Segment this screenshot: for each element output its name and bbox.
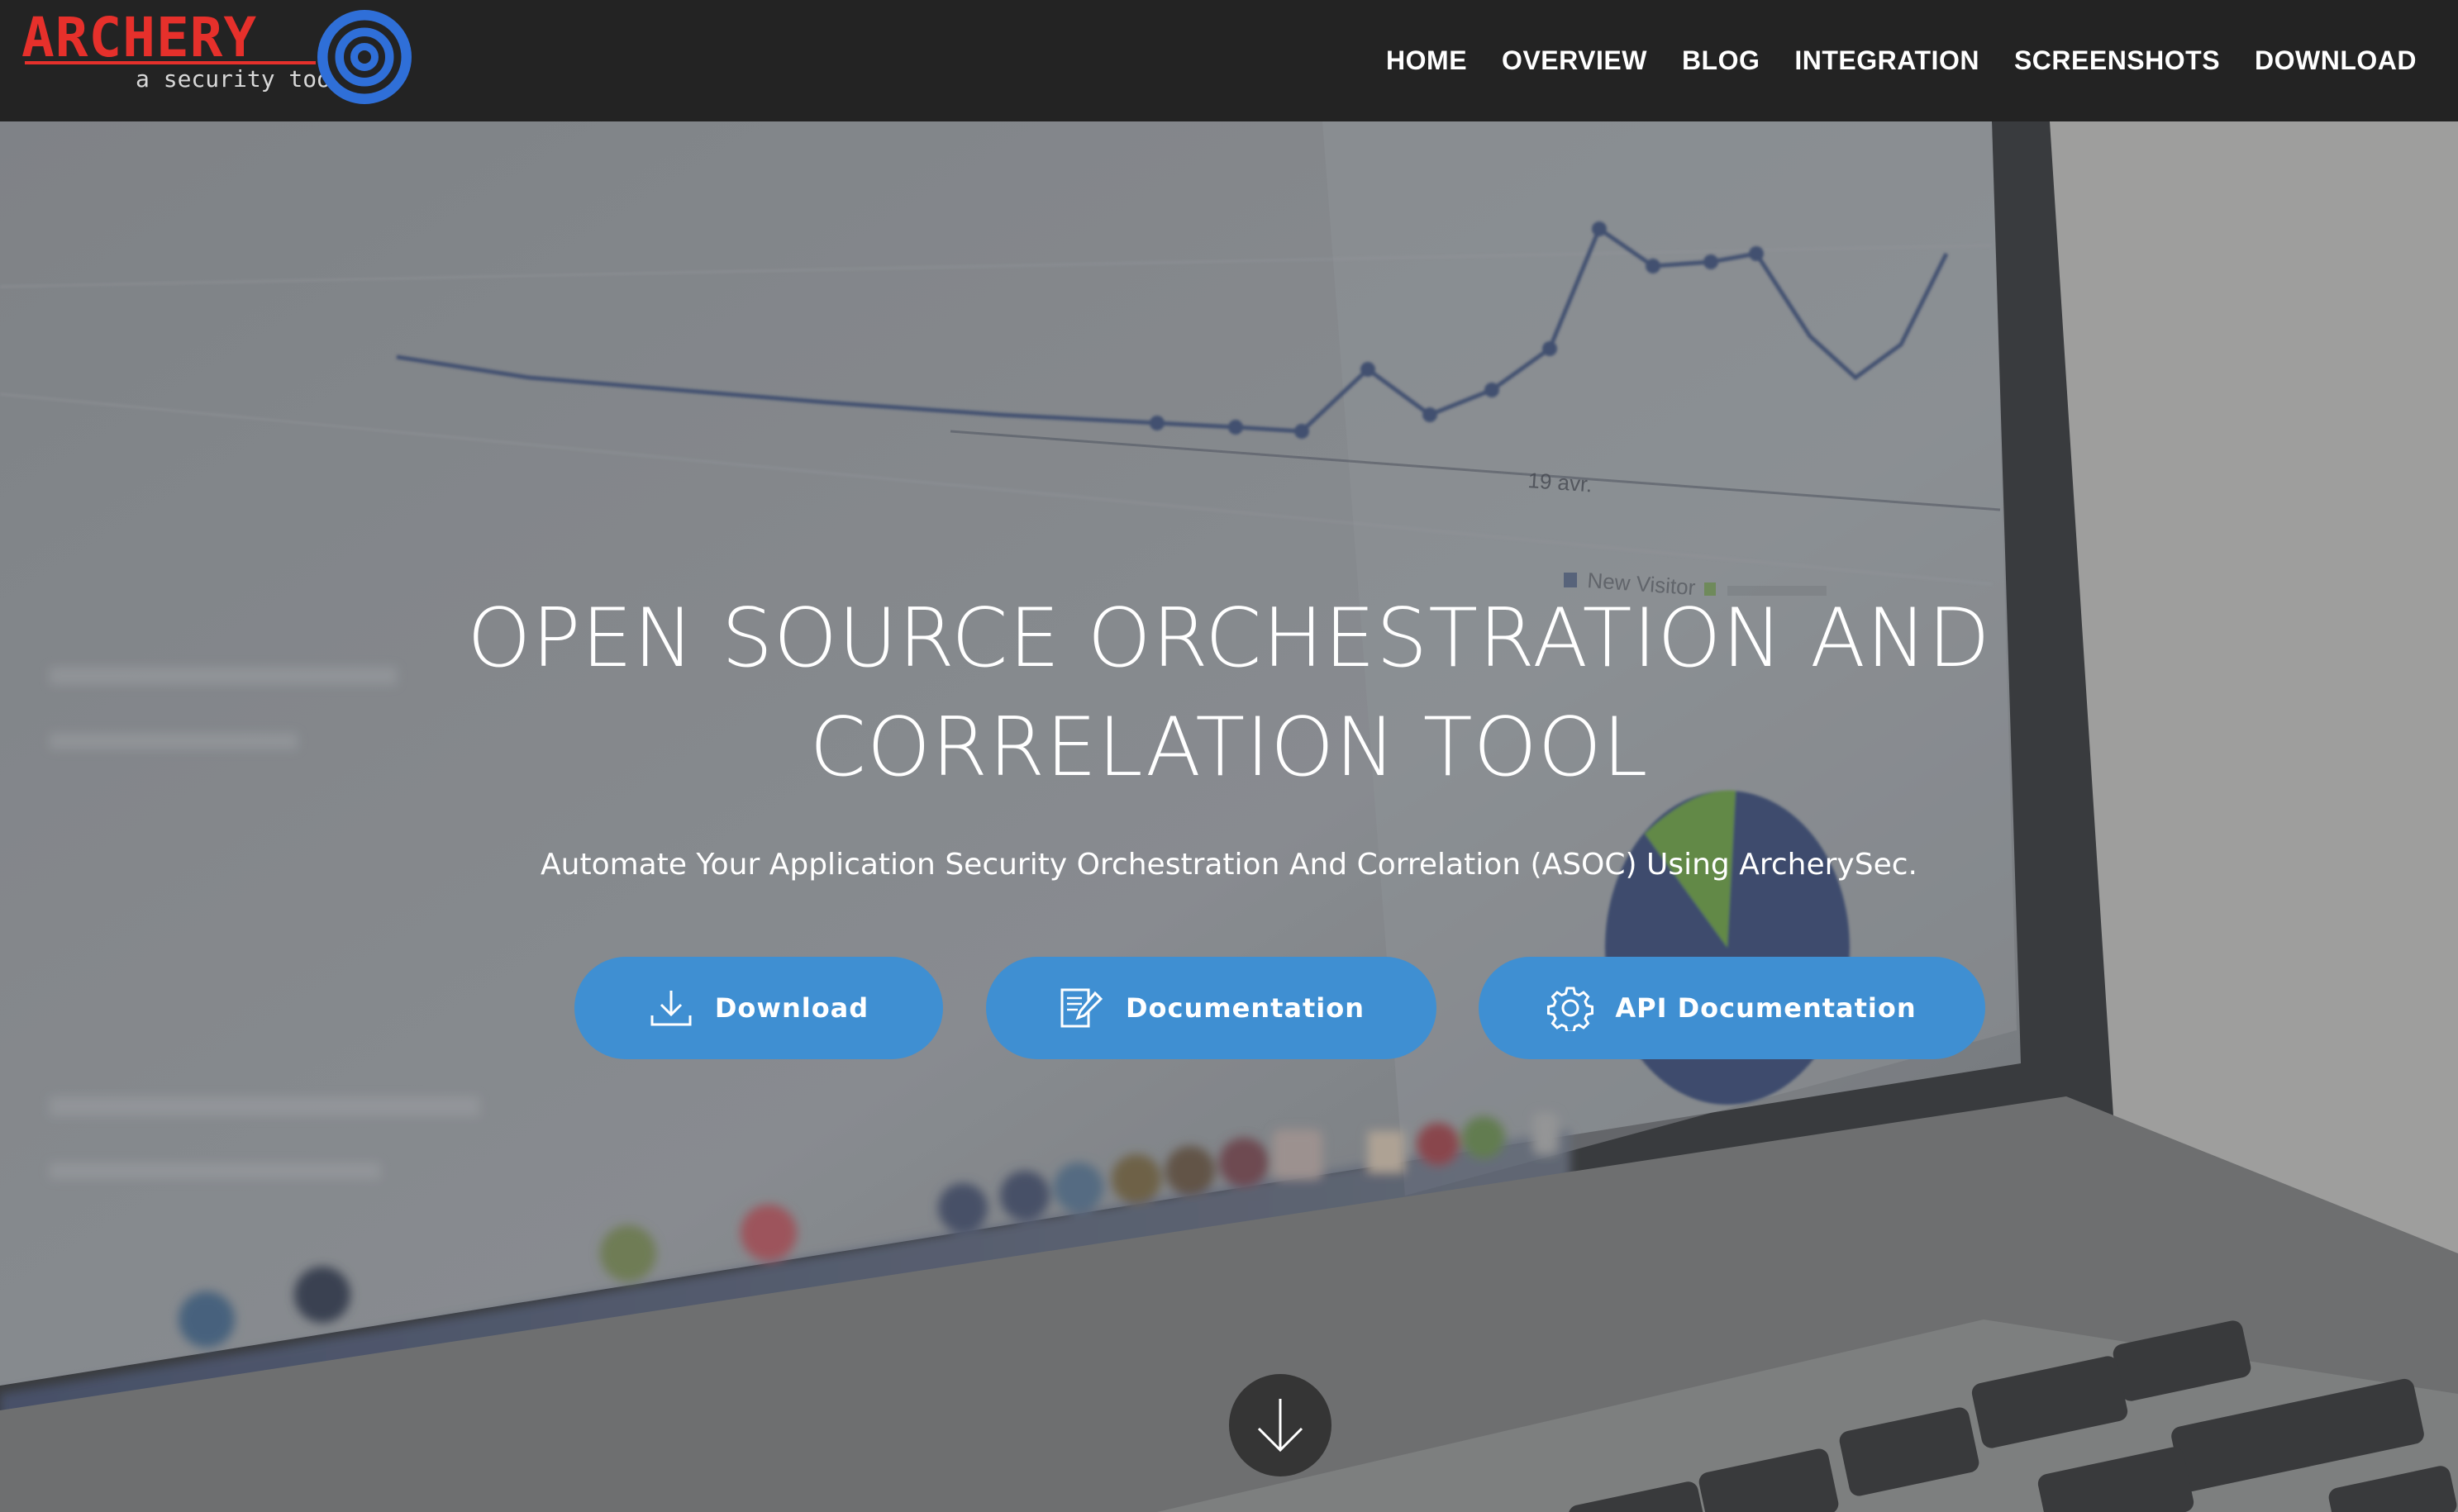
api-documentation-button[interactable]: API Documentation: [1479, 957, 1985, 1059]
hero-title-line-2: CORRELATION TOOL: [809, 701, 1649, 795]
download-button[interactable]: Download: [574, 957, 943, 1059]
nav-integration[interactable]: INTEGRATION: [1794, 45, 1979, 76]
hero-title-line-1: OPEN SOURCE ORCHESTRATION AND: [467, 592, 1991, 686]
scroll-down-button[interactable]: [1229, 1374, 1331, 1476]
brand-logo[interactable]: ARCHERY a security tool: [21, 7, 418, 112]
download-icon: [650, 991, 692, 1026]
page: ARCHERY a security tool HOME OVERVIEW BL…: [0, 0, 2458, 1512]
brand-name: ARCHERY: [21, 6, 258, 69]
hero-background-image: 19 avr. New Visitor: [0, 121, 2458, 1512]
arrow-down-icon: [1257, 1399, 1303, 1453]
main-nav: HOME OVERVIEW BLOG INTEGRATION SCREENSHO…: [1386, 0, 2417, 121]
nav-blog[interactable]: BLOG: [1682, 45, 1760, 76]
nav-overview[interactable]: OVERVIEW: [1502, 45, 1647, 76]
hero-subtitle: Automate Your Application Security Orche…: [541, 848, 1917, 882]
edit-document-icon: [1060, 988, 1103, 1028]
hero-title: OPEN SOURCE ORCHESTRATION AND CORRELATIO…: [403, 584, 2055, 802]
api-documentation-button-label: API Documentation: [1615, 992, 1917, 1024]
hero-section: 19 avr. New Visitor OPEN SOURCE ORCHESTR…: [0, 121, 2458, 1512]
gear-icon: [1547, 987, 1594, 1031]
nav-download[interactable]: DOWNLOAD: [2255, 45, 2417, 76]
navbar: ARCHERY a security tool HOME OVERVIEW BL…: [0, 0, 2458, 121]
nav-home[interactable]: HOME: [1386, 45, 1467, 76]
target-icon: [317, 10, 412, 104]
nav-screenshots[interactable]: SCREENSHOTS: [2014, 45, 2220, 76]
documentation-button[interactable]: Documentation: [986, 957, 1436, 1059]
brand-tagline: a security tool: [136, 65, 345, 93]
documentation-button-label: Documentation: [1125, 992, 1365, 1024]
download-button-label: Download: [714, 992, 869, 1024]
